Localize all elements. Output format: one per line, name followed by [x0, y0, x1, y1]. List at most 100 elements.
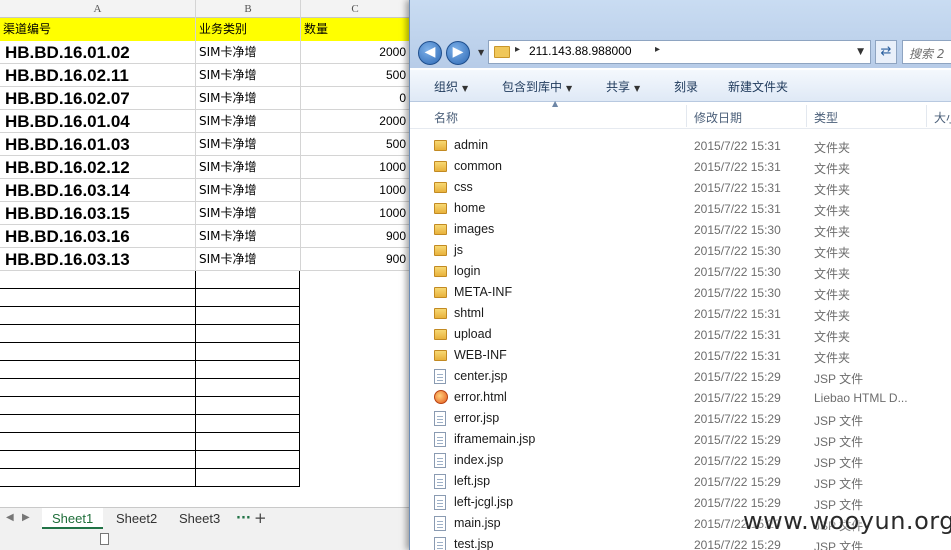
channel-code-cell[interactable]: HB.BD.16.01.02 — [0, 41, 196, 64]
include-in-library-menu[interactable]: 包含到库中 ▼ — [502, 78, 572, 95]
file-list-item[interactable]: upload 2015/7/22 15:31 文件夹 — [410, 324, 951, 345]
share-menu[interactable]: 共享 ▼ — [606, 78, 640, 95]
channel-code-cell[interactable]: HB.BD.16.02.12 — [0, 156, 196, 179]
business-type-cell[interactable]: SIM卡净增 — [196, 133, 301, 156]
empty-cell[interactable] — [0, 325, 196, 343]
header-cell-quantity[interactable]: 数量 — [301, 18, 410, 41]
breadcrumb-chevron-icon[interactable]: ▸ — [655, 44, 660, 55]
quantity-cell[interactable]: 900 — [301, 225, 410, 248]
empty-cell[interactable] — [196, 361, 300, 379]
quantity-cell[interactable]: 900 — [301, 248, 410, 271]
column-type[interactable]: 类型 — [814, 109, 838, 126]
channel-code-cell[interactable]: HB.BD.16.01.03 — [0, 133, 196, 156]
file-list-item[interactable]: test.jsp 2015/7/22 15:29 JSP 文件 — [410, 534, 951, 550]
empty-cell[interactable] — [0, 343, 196, 361]
empty-cell[interactable] — [196, 397, 300, 415]
business-type-cell[interactable]: SIM卡净增 — [196, 87, 301, 110]
business-type-cell[interactable]: SIM卡净增 — [196, 41, 301, 64]
file-list-item[interactable]: left.jsp 2015/7/22 15:29 JSP 文件 — [410, 471, 951, 492]
back-button[interactable]: ◀ — [418, 41, 442, 65]
empty-cell[interactable] — [196, 415, 300, 433]
empty-cell[interactable] — [196, 433, 300, 451]
quantity-cell[interactable]: 500 — [301, 133, 410, 156]
new-folder-button[interactable]: 新建文件夹 — [728, 78, 788, 95]
file-list-item[interactable]: index.jsp 2015/7/22 15:29 JSP 文件 — [410, 450, 951, 471]
column-divider[interactable] — [926, 105, 927, 127]
file-list-item[interactable]: admin 2015/7/22 15:31 文件夹 — [410, 135, 951, 156]
channel-code-cell[interactable]: HB.BD.16.03.16 — [0, 225, 196, 248]
header-cell-channel-code[interactable]: 渠道编号 — [0, 18, 196, 41]
quantity-cell[interactable]: 0 — [301, 87, 410, 110]
channel-code-cell[interactable]: HB.BD.16.03.14 — [0, 179, 196, 202]
empty-cell[interactable] — [0, 289, 196, 307]
business-type-cell[interactable]: SIM卡净增 — [196, 110, 301, 133]
address-dropdown-icon[interactable]: ▼ — [857, 47, 864, 57]
empty-cell[interactable] — [196, 271, 300, 289]
business-type-cell[interactable]: SIM卡净增 — [196, 248, 301, 271]
column-header-a[interactable]: A — [0, 0, 196, 18]
column-size[interactable]: 大小 — [934, 109, 951, 126]
column-header-b[interactable]: B — [196, 0, 301, 18]
file-list-item[interactable]: WEB-INF 2015/7/22 15:31 文件夹 — [410, 345, 951, 366]
header-cell-business-type[interactable]: 业务类别 — [196, 18, 301, 41]
empty-cell[interactable] — [196, 289, 300, 307]
business-type-cell[interactable]: SIM卡净增 — [196, 156, 301, 179]
file-list-item[interactable]: META-INF 2015/7/22 15:30 文件夹 — [410, 282, 951, 303]
quantity-cell[interactable]: 500 — [301, 64, 410, 87]
macro-record-icon[interactable] — [100, 533, 109, 545]
business-type-cell[interactable]: SIM卡净增 — [196, 225, 301, 248]
address-path[interactable]: 211.143.88.988000 — [529, 44, 632, 58]
search-box[interactable]: 搜索 2 — [902, 40, 951, 64]
business-type-cell[interactable]: SIM卡净增 — [196, 179, 301, 202]
empty-cell[interactable] — [0, 379, 196, 397]
column-divider[interactable] — [686, 105, 687, 127]
empty-cell[interactable] — [0, 271, 196, 289]
file-list-item[interactable]: center.jsp 2015/7/22 15:29 JSP 文件 — [410, 366, 951, 387]
file-list-item[interactable]: iframemain.jsp 2015/7/22 15:29 JSP 文件 — [410, 429, 951, 450]
tab-sheet1[interactable]: Sheet1 — [42, 508, 104, 529]
quantity-cell[interactable]: 2000 — [301, 41, 410, 64]
empty-cell[interactable] — [0, 433, 196, 451]
empty-cell[interactable] — [196, 325, 300, 343]
empty-cell[interactable] — [196, 451, 300, 469]
forward-button[interactable]: ▶ — [446, 41, 470, 65]
empty-cell[interactable] — [196, 469, 300, 487]
empty-cell[interactable] — [0, 397, 196, 415]
file-list-item[interactable]: home 2015/7/22 15:31 文件夹 — [410, 198, 951, 219]
breadcrumb-chevron-icon[interactable]: ▸ — [515, 44, 520, 55]
channel-code-cell[interactable]: HB.BD.16.02.07 — [0, 87, 196, 110]
file-list-item[interactable]: error.jsp 2015/7/22 15:29 JSP 文件 — [410, 408, 951, 429]
tab-scroll-left-icon[interactable]: ◀ — [6, 512, 14, 523]
file-list-item[interactable]: js 2015/7/22 15:30 文件夹 — [410, 240, 951, 261]
tab-scroll-right-icon[interactable]: ▶ — [22, 512, 30, 523]
column-modified[interactable]: 修改日期 — [694, 109, 742, 126]
empty-cell[interactable] — [0, 469, 196, 487]
channel-code-cell[interactable]: HB.BD.16.01.04 — [0, 110, 196, 133]
file-list-item[interactable]: shtml 2015/7/22 15:31 文件夹 — [410, 303, 951, 324]
refresh-button[interactable]: ⇄ — [875, 40, 897, 64]
file-list-item[interactable]: css 2015/7/22 15:31 文件夹 — [410, 177, 951, 198]
empty-cell[interactable] — [0, 415, 196, 433]
quantity-cell[interactable]: 1000 — [301, 156, 410, 179]
column-header-c[interactable]: C — [301, 0, 410, 18]
business-type-cell[interactable]: SIM卡净增 — [196, 64, 301, 87]
quantity-cell[interactable]: 1000 — [301, 179, 410, 202]
tab-more-button[interactable]: ··· — [236, 508, 251, 529]
recent-pages-dropdown-icon[interactable]: ▼ — [478, 48, 484, 57]
empty-cell[interactable] — [196, 379, 300, 397]
tab-sheet2[interactable]: Sheet2 — [106, 508, 167, 529]
empty-cell[interactable] — [0, 307, 196, 325]
column-divider[interactable] — [806, 105, 807, 127]
file-list-item[interactable]: common 2015/7/22 15:31 文件夹 — [410, 156, 951, 177]
quantity-cell[interactable]: 1000 — [301, 202, 410, 225]
channel-code-cell[interactable]: HB.BD.16.02.11 — [0, 64, 196, 87]
column-name[interactable]: 名称 — [434, 109, 458, 126]
quantity-cell[interactable]: 2000 — [301, 110, 410, 133]
file-list-item[interactable]: error.html 2015/7/22 15:29 Liebao HTML D..… — [410, 387, 951, 408]
business-type-cell[interactable]: SIM卡净增 — [196, 202, 301, 225]
organize-menu[interactable]: 组织 ▼ — [434, 78, 468, 95]
add-sheet-button[interactable]: + — [254, 508, 267, 529]
channel-code-cell[interactable]: HB.BD.16.03.13 — [0, 248, 196, 271]
file-list-item[interactable]: login 2015/7/22 15:30 文件夹 — [410, 261, 951, 282]
channel-code-cell[interactable]: HB.BD.16.03.15 — [0, 202, 196, 225]
